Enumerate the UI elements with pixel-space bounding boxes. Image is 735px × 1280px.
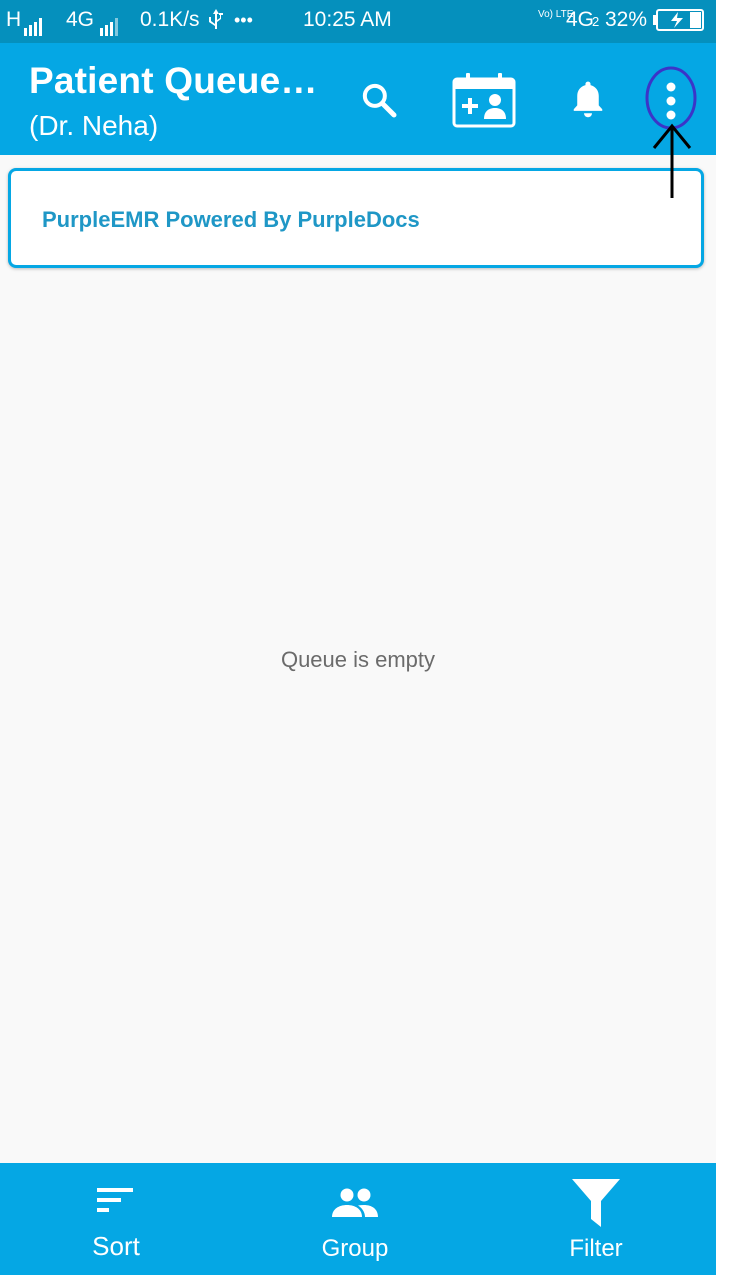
network-speed: 0.1K/s — [140, 8, 200, 31]
signal-bars-icon — [24, 8, 44, 36]
notifications-button[interactable] — [566, 76, 610, 122]
empty-queue-message: Queue is empty — [280, 647, 436, 672]
network-type-label-3: 4G — [566, 8, 595, 31]
sort-button[interactable]: Sort — [36, 1163, 196, 1275]
bottom-action-bar: Sort Group Filter — [0, 1163, 716, 1275]
network-type-label-2: 4G — [66, 8, 95, 31]
sim-slot-label: 2 — [592, 14, 600, 29]
signal-bars-icon-2 — [100, 8, 120, 36]
group-icon — [332, 1188, 378, 1217]
banner-text: PurpleEMR Powered By PurpleDocs — [42, 207, 420, 232]
app-screen: H 4G 0.1K/s ••• 10:25 AM Vo) LTE 4G 2 32… — [0, 0, 716, 1275]
more-vert-icon — [666, 82, 676, 120]
clock-time: 10:25 AM — [303, 8, 392, 31]
filter-icon — [572, 1179, 620, 1227]
group-label: Group — [321, 1235, 389, 1262]
app-bar: Patient Queue… (Dr. Neha) — [0, 43, 716, 155]
group-button[interactable]: Group — [275, 1163, 435, 1275]
search-button[interactable] — [356, 77, 402, 123]
page-title: Patient Queue… — [29, 60, 318, 101]
status-bar: H 4G 0.1K/s ••• 10:25 AM Vo) LTE 4G 2 32… — [0, 0, 716, 43]
battery-percent: 32% — [605, 8, 648, 31]
filter-label: Filter — [569, 1235, 623, 1262]
search-icon — [362, 83, 397, 118]
more-notifications-icon: ••• — [234, 10, 253, 30]
page-subtitle: (Dr. Neha) — [29, 110, 159, 141]
usb-icon — [208, 8, 224, 38]
add-patient-button[interactable] — [450, 70, 518, 130]
battery-icon — [652, 9, 704, 37]
network-type-label: H — [6, 8, 22, 31]
promo-banner[interactable]: PurpleEMR Powered By PurpleDocs — [8, 168, 704, 268]
more-options-button[interactable] — [650, 73, 692, 129]
volte-label: Vo) LTE — [538, 9, 574, 20]
sort-icon — [97, 1188, 133, 1212]
filter-button[interactable]: Filter — [516, 1163, 676, 1275]
bell-icon — [573, 81, 603, 118]
add-patient-calendar-icon — [452, 73, 516, 128]
sort-label: Sort — [92, 1231, 140, 1261]
